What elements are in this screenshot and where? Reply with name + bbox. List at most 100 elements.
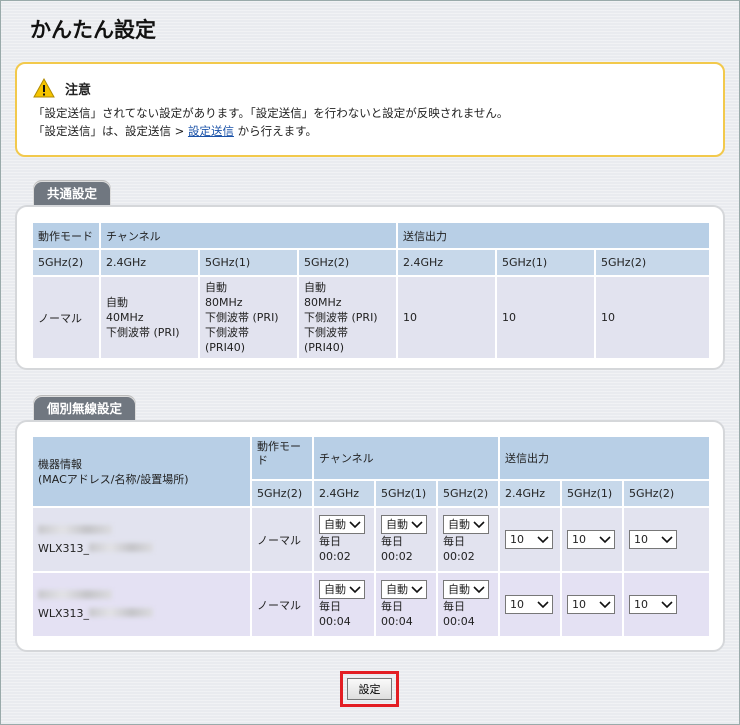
select-value: 10 (572, 598, 586, 611)
header-text: 機器情報 (38, 457, 82, 471)
notice-title: 注意 (65, 82, 92, 98)
page-title: かんたん設定 (30, 18, 156, 42)
power-select-5g2[interactable]: 10 (629, 595, 677, 614)
power-select-24[interactable]: 10 (505, 530, 553, 549)
cell-text: 下側波帯 (PRI) (304, 311, 378, 324)
notice-line-1: 「設定送信」されてない設定があります。「設定送信」を行わないと設定が反映されませ… (33, 106, 509, 120)
sub-header: 2.4GHz (101, 250, 198, 275)
section-tab-common: 共通設定 (33, 181, 112, 205)
individual-settings-table: 機器情報 (MACアドレス/名称/設置場所) 動作モード チャンネル 送信出力 … (31, 435, 711, 638)
cell-channel-5g1: 自動 80MHz 下側波帯 (PRI) 下側波帯 (PRI40) (200, 277, 297, 358)
cell-power-24: 10 (500, 573, 560, 636)
cell-power-24: 10 (398, 277, 495, 358)
chevron-down-icon (537, 600, 549, 608)
channel-select-24[interactable]: 自動 (319, 515, 365, 534)
sub-header: 5GHz(2) (438, 481, 498, 506)
cell-power-5g2: 10 (624, 573, 709, 636)
device-name: WLX313_ (38, 541, 90, 555)
schedule-text: 毎日 (319, 535, 341, 548)
sub-header: 5GHz(1) (376, 481, 436, 506)
chevron-down-icon (411, 585, 423, 593)
select-value: 10 (634, 598, 648, 611)
select-value: 自動 (324, 518, 346, 531)
cell-power-5g2: 10 (624, 508, 709, 571)
notice-box: 注意 「設定送信」されてない設定があります。「設定送信」を行わないと設定が反映さ… (15, 62, 725, 157)
sub-header: 2.4GHz (500, 481, 560, 506)
send-settings-link[interactable]: 設定送信 (188, 124, 234, 138)
cell-text: 40MHz (106, 311, 144, 324)
cell-channel-5g1: 自動 毎日 00:04 (376, 573, 436, 636)
sub-header: 5GHz(2) (596, 250, 709, 275)
cell-device-info: WLX313_ (33, 573, 250, 636)
cell-text: 下側波帯 (PRI40) (205, 326, 249, 354)
channel-select-5g1[interactable]: 自動 (381, 580, 427, 599)
cell-channel-5g1: 自動 毎日 00:02 (376, 508, 436, 571)
schedule-time: 00:02 (443, 550, 475, 563)
schedule-text: 毎日 (319, 600, 341, 613)
cell-power-24: 10 (500, 508, 560, 571)
schedule-time: 00:02 (381, 550, 413, 563)
select-value: 10 (572, 533, 586, 546)
blurred-mac (38, 524, 112, 534)
schedule-time: 00:04 (319, 615, 351, 628)
channel-select-5g2[interactable]: 自動 (443, 515, 489, 534)
blurred-name (89, 607, 154, 617)
submit-button[interactable]: 設定 (347, 678, 392, 700)
cell-mode: ノーマル (252, 508, 312, 571)
chevron-down-icon (349, 585, 361, 593)
channel-select-24[interactable]: 自動 (319, 580, 365, 599)
common-settings-table: 動作モード チャンネル 送信出力 5GHz(2) 2.4GHz 5GHz(1) … (31, 221, 711, 360)
cell-power-5g2: 10 (596, 277, 709, 358)
cell-power-5g1: 10 (497, 277, 594, 358)
blurred-mac (38, 589, 112, 599)
cell-text: 下側波帯 (PRI) (106, 326, 180, 339)
channel-select-5g1[interactable]: 自動 (381, 515, 427, 534)
cell-text: 自動 (205, 281, 227, 294)
header-power: 送信出力 (398, 223, 709, 248)
power-select-24[interactable]: 10 (505, 595, 553, 614)
cell-channel-5g2: 自動 毎日 00:04 (438, 573, 498, 636)
blurred-name (89, 542, 154, 552)
header-channel: チャンネル (314, 437, 498, 479)
cell-channel-24: 自動 毎日 00:04 (314, 573, 374, 636)
power-select-5g1[interactable]: 10 (567, 595, 615, 614)
chevron-down-icon (661, 535, 673, 543)
power-select-5g1[interactable]: 10 (567, 530, 615, 549)
sub-header: 5GHz(2) (252, 481, 312, 506)
chevron-down-icon (537, 535, 549, 543)
chevron-down-icon (411, 520, 423, 528)
channel-select-5g2[interactable]: 自動 (443, 580, 489, 599)
sub-header: 5GHz(1) (562, 481, 622, 506)
sub-header: 5GHz(1) (200, 250, 297, 275)
chevron-down-icon (473, 585, 485, 593)
cell-channel-24: 自動 毎日 00:02 (314, 508, 374, 571)
cell-text: 下側波帯 (PRI40) (304, 326, 348, 354)
header-text: (MACアドレス/名称/設置場所) (38, 472, 189, 486)
chevron-down-icon (661, 600, 673, 608)
chevron-down-icon (473, 520, 485, 528)
cell-text: 下側波帯 (PRI) (205, 311, 279, 324)
select-value: 自動 (324, 583, 346, 596)
sub-header: 5GHz(1) (497, 250, 594, 275)
schedule-time: 00:04 (381, 615, 413, 628)
cell-text: 80MHz (304, 296, 342, 309)
notice-text: 「設定送信」は、設定送信 > (33, 124, 188, 138)
header-channel: チャンネル (101, 223, 396, 248)
select-value: 自動 (386, 583, 408, 596)
schedule-text: 毎日 (381, 600, 403, 613)
table-row: WLX313_ ノーマル 自動 毎日 00:02 自動 毎日 00:02 自動 … (33, 508, 709, 571)
schedule-text: 毎日 (443, 600, 465, 613)
select-value: 10 (510, 533, 524, 546)
cell-text: 80MHz (205, 296, 243, 309)
select-value: 10 (510, 598, 524, 611)
cell-text: 自動 (106, 296, 128, 309)
header-device-info: 機器情報 (MACアドレス/名称/設置場所) (33, 437, 250, 506)
common-settings-panel: 動作モード チャンネル 送信出力 5GHz(2) 2.4GHz 5GHz(1) … (15, 205, 725, 370)
cell-channel-5g2: 自動 毎日 00:02 (438, 508, 498, 571)
chevron-down-icon (349, 520, 361, 528)
individual-settings-panel: 機器情報 (MACアドレス/名称/設置場所) 動作モード チャンネル 送信出力 … (15, 420, 725, 652)
header-mode: 動作モード (33, 223, 99, 248)
power-select-5g2[interactable]: 10 (629, 530, 677, 549)
sub-header: 2.4GHz (314, 481, 374, 506)
select-value: 自動 (386, 518, 408, 531)
